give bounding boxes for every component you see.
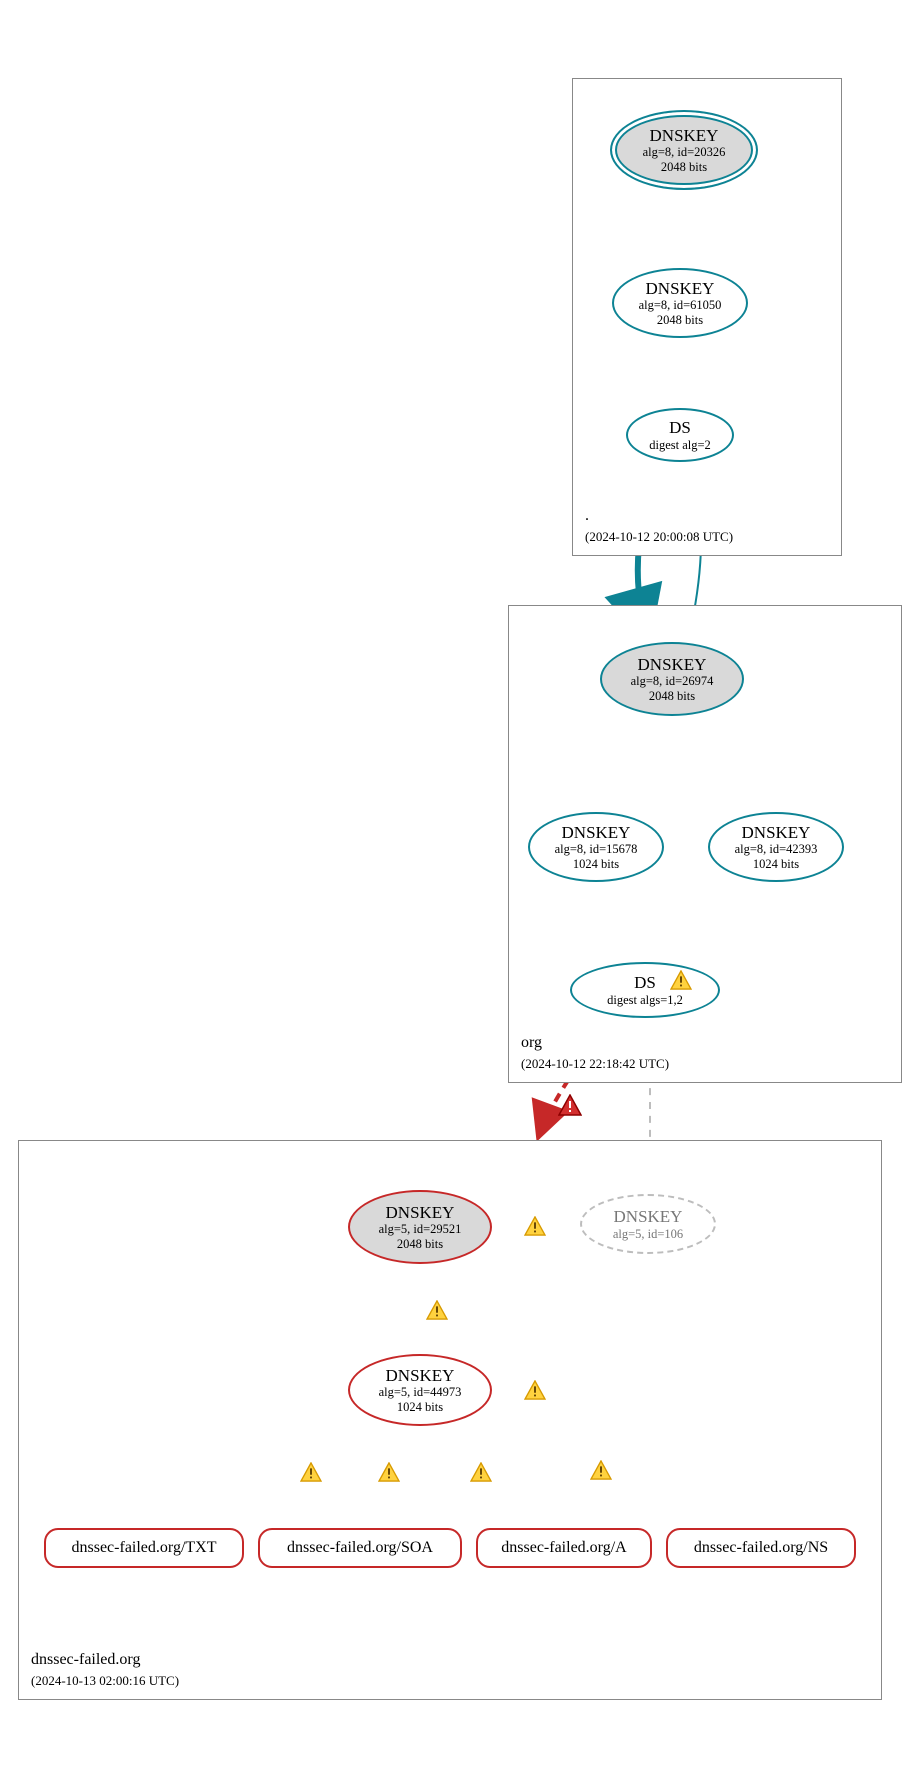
node-sub2: 2048 bits [397, 1237, 443, 1251]
node-root-zsk: DNSKEY alg=8, id=61050 2048 bits [612, 268, 748, 338]
zone-org-time: (2024-10-12 22:18:42 UTC) [521, 1056, 669, 1072]
node-title: DNSKEY [650, 126, 719, 146]
node-org-zsk1: DNSKEY alg=8, id=15678 1024 bits [528, 812, 664, 882]
node-title: DNSKEY [386, 1366, 455, 1386]
node-sub1: alg=8, id=42393 [735, 842, 818, 856]
warning-icon [524, 1216, 546, 1236]
rrset-ns: dnssec-failed.org/NS [666, 1528, 856, 1568]
zone-root-name: . [585, 507, 589, 525]
node-sub1: digest algs=1,2 [607, 993, 683, 1007]
zone-failed-name: dnssec-failed.org [31, 1651, 140, 1669]
warning-icon [426, 1300, 448, 1320]
node-root-ksk: DNSKEY alg=8, id=20326 2048 bits [610, 110, 758, 190]
rrset-soa: dnssec-failed.org/SOA [258, 1528, 462, 1568]
node-title: DNSKEY [646, 279, 715, 299]
warning-icon [590, 1460, 612, 1480]
node-sub1: alg=5, id=29521 [379, 1222, 462, 1236]
node-sub2: 1024 bits [397, 1400, 443, 1414]
zone-root-time: (2024-10-12 20:00:08 UTC) [585, 529, 733, 545]
node-fail-ksk: DNSKEY alg=5, id=29521 2048 bits [348, 1190, 492, 1264]
zone-org-name: org [521, 1034, 542, 1052]
error-icon [558, 1094, 582, 1116]
node-sub1: alg=5, id=106 [613, 1227, 683, 1241]
node-title: DS [669, 418, 691, 438]
node-title: DNSKEY [614, 1207, 683, 1227]
node-title: DNSKEY [562, 823, 631, 843]
zone-failed-time: (2024-10-13 02:00:16 UTC) [31, 1673, 179, 1689]
node-title: DNSKEY [638, 655, 707, 675]
node-sub1: digest alg=2 [649, 438, 711, 452]
warning-icon [670, 970, 692, 990]
warning-icon [300, 1462, 322, 1482]
rrset-a: dnssec-failed.org/A [476, 1528, 652, 1568]
node-sub2: 2048 bits [649, 689, 695, 703]
node-sub1: alg=8, id=15678 [555, 842, 638, 856]
diagram-canvas: . (2024-10-12 20:00:08 UTC) org (2024-10… [0, 0, 919, 1772]
warning-icon [524, 1380, 546, 1400]
rrset-txt: dnssec-failed.org/TXT [44, 1528, 244, 1568]
warning-icon [378, 1462, 400, 1482]
node-org-ksk: DNSKEY alg=8, id=26974 2048 bits [600, 642, 744, 716]
node-sub1: alg=8, id=20326 [643, 145, 726, 159]
node-sub1: alg=8, id=26974 [631, 674, 714, 688]
node-sub1: alg=8, id=61050 [639, 298, 722, 312]
node-sub2: 2048 bits [661, 160, 707, 174]
node-sub1: alg=5, id=44973 [379, 1385, 462, 1399]
node-org-ds: DS digest algs=1,2 [570, 962, 720, 1018]
node-root-ds: DS digest alg=2 [626, 408, 734, 462]
node-title: DNSKEY [742, 823, 811, 843]
node-sub2: 1024 bits [753, 857, 799, 871]
node-sub2: 2048 bits [657, 313, 703, 327]
node-org-zsk2: DNSKEY alg=8, id=42393 1024 bits [708, 812, 844, 882]
node-title: DNSKEY [386, 1203, 455, 1223]
node-sub2: 1024 bits [573, 857, 619, 871]
node-fail-zsk: DNSKEY alg=5, id=44973 1024 bits [348, 1354, 492, 1426]
warning-icon [470, 1462, 492, 1482]
node-fail-missing: DNSKEY alg=5, id=106 [580, 1194, 716, 1254]
node-title: DS [634, 973, 656, 992]
